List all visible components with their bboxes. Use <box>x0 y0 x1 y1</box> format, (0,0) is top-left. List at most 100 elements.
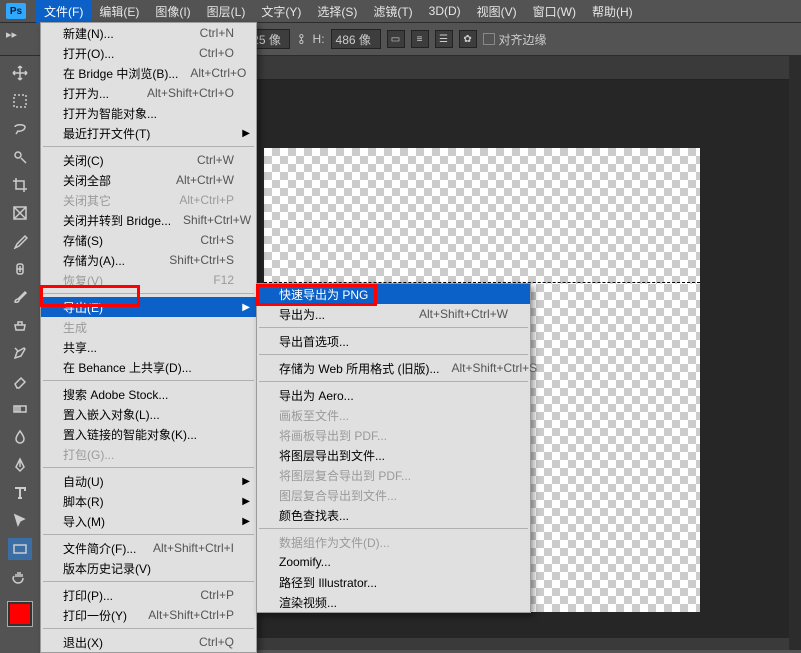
crop-tool[interactable] <box>8 174 32 196</box>
export-menu-item[interactable]: 将图层导出到文件... <box>257 445 530 465</box>
menu-help[interactable]: 帮助(H) <box>584 0 641 23</box>
history-brush-tool[interactable] <box>8 342 32 364</box>
panel-toggle-icon[interactable]: ▸▸ <box>6 28 17 41</box>
file-menu-item[interactable]: 置入嵌入对象(L)... <box>41 404 256 424</box>
foreground-color-swatch[interactable] <box>8 602 32 626</box>
hand-tool[interactable] <box>8 566 32 588</box>
file-menu-item[interactable]: 置入链接的智能对象(K)... <box>41 424 256 444</box>
export-menu-item-label: 将画板导出到 PDF... <box>279 427 508 444</box>
healing-tool[interactable] <box>8 258 32 280</box>
marquee-tool[interactable] <box>8 90 32 112</box>
file-menu-item-label: 退出(X) <box>63 634 187 651</box>
gear-icon[interactable]: ✿ <box>459 30 477 48</box>
type-tool[interactable] <box>8 482 32 504</box>
export-menu-item[interactable]: 导出为...Alt+Shift+Ctrl+W <box>257 304 530 324</box>
export-menu-item-label: 画板至文件... <box>279 407 508 424</box>
file-menu-item[interactable]: 文件简介(F)... Alt+Shift+Ctrl+I <box>41 538 256 558</box>
file-menu-item-shortcut: Shift+Ctrl+S <box>169 253 234 267</box>
eraser-tool[interactable] <box>8 370 32 392</box>
file-menu-item[interactable]: 关闭(C)Ctrl+W <box>41 150 256 170</box>
file-menu-item-shortcut: Ctrl+W <box>197 153 234 167</box>
eyedropper-tool[interactable] <box>8 230 32 252</box>
export-menu-item[interactable]: 快速导出为 PNG <box>257 284 530 304</box>
export-menu-item-label: 将图层复合导出到 PDF... <box>279 467 508 484</box>
file-menu-item[interactable]: 打开(O)...Ctrl+O <box>41 43 256 63</box>
submenu-arrow-icon: ▶ <box>242 476 250 487</box>
shape-combine-icon[interactable]: ▭ <box>387 30 405 48</box>
export-menu-item[interactable]: 颜色查找表... <box>257 505 530 525</box>
file-menu-item[interactable]: 脚本(R) ▶ <box>41 491 256 511</box>
brush-tool[interactable] <box>8 286 32 308</box>
file-menu-item-label: 最近打开文件(T) <box>63 125 234 142</box>
export-menu-item[interactable]: 渲染视频... <box>257 592 530 612</box>
export-menu-item[interactable]: 路径到 Illustrator... <box>257 572 530 592</box>
quick-select-tool[interactable] <box>8 146 32 168</box>
file-menu-item-shortcut: Ctrl+N <box>200 26 234 40</box>
link-wh-icon[interactable]: ⚯ <box>295 34 309 44</box>
file-menu-item-label: 置入链接的智能对象(K)... <box>63 426 234 443</box>
clone-tool[interactable] <box>8 314 32 336</box>
export-menu-item[interactable]: 导出首选项... <box>257 331 530 351</box>
file-menu-item[interactable]: 最近打开文件(T) ▶ <box>41 123 256 143</box>
shape-tool[interactable] <box>8 538 32 560</box>
file-menu-item[interactable]: 版本历史记录(V) <box>41 558 256 578</box>
export-menu-item-label: 导出首选项... <box>279 333 508 350</box>
export-menu-item[interactable]: 存储为 Web 所用格式 (旧版)...Alt+Shift+Ctrl+S <box>257 358 530 378</box>
menu-layer[interactable]: 图层(L) <box>199 0 254 23</box>
right-panel-collapsed[interactable] <box>789 56 801 650</box>
menu-type[interactable]: 文字(Y) <box>253 0 309 23</box>
blur-tool[interactable] <box>8 426 32 448</box>
file-menu-item[interactable]: 搜索 Adobe Stock... <box>41 384 256 404</box>
file-menu-item[interactable]: 在 Behance 上共享(D)... <box>41 357 256 377</box>
file-menu-item: 恢复(V)F12 <box>41 270 256 290</box>
file-menu-item[interactable]: 打开为智能对象... <box>41 103 256 123</box>
submenu-arrow-icon: ▶ <box>242 302 250 313</box>
gradient-tool[interactable] <box>8 398 32 420</box>
menu-window[interactable]: 窗口(W) <box>525 0 584 23</box>
file-menu-item[interactable]: 打印一份(Y)Alt+Shift+Ctrl+P <box>41 605 256 625</box>
file-menu-item-shortcut: Alt+Shift+Ctrl+I <box>153 541 234 555</box>
file-menu-item[interactable]: 共享... <box>41 337 256 357</box>
file-menu-item-label: 恢复(V) <box>63 272 201 289</box>
height-input[interactable]: 486 像 <box>331 29 381 49</box>
file-menu-separator <box>43 628 254 629</box>
file-menu-item-label: 搜索 Adobe Stock... <box>63 386 234 403</box>
file-menu-item[interactable]: 关闭并转到 Bridge...Shift+Ctrl+W <box>41 210 256 230</box>
align-edges-checkbox[interactable] <box>483 33 495 45</box>
export-menu-item[interactable]: 导出为 Aero... <box>257 385 530 405</box>
file-menu-item-label: 脚本(R) <box>63 493 234 510</box>
submenu-arrow-icon: ▶ <box>242 496 250 507</box>
file-menu-item[interactable]: 退出(X)Ctrl+Q <box>41 632 256 652</box>
align-edges-label: 对齐边缘 <box>499 31 547 48</box>
menu-filter[interactable]: 滤镜(T) <box>365 0 420 23</box>
file-menu-item[interactable]: 存储(S)Ctrl+S <box>41 230 256 250</box>
menu-edit[interactable]: 编辑(E) <box>91 0 147 23</box>
pen-tool[interactable] <box>8 454 32 476</box>
align-icon[interactable]: ≡ <box>411 30 429 48</box>
file-menu-item-label: 文件简介(F)... <box>63 540 141 557</box>
menu-file[interactable]: 文件(F) <box>36 0 91 23</box>
menu-select[interactable]: 选择(S) <box>309 0 365 23</box>
lasso-tool[interactable] <box>8 118 32 140</box>
arrange-icon[interactable]: ☰ <box>435 30 453 48</box>
submenu-arrow-icon: ▶ <box>242 128 250 139</box>
file-menu-item[interactable]: 打开为...Alt+Shift+Ctrl+O <box>41 83 256 103</box>
file-menu-item[interactable]: 新建(N)...Ctrl+N <box>41 23 256 43</box>
export-menu-item[interactable]: Zoomify... <box>257 552 530 572</box>
menu-view[interactable]: 视图(V) <box>469 0 525 23</box>
menu-3d[interactable]: 3D(D) <box>421 1 469 21</box>
frame-tool[interactable] <box>8 202 32 224</box>
file-menu-item[interactable]: 导入(M)▶ <box>41 511 256 531</box>
path-select-tool[interactable] <box>8 510 32 532</box>
file-menu-item[interactable]: 打印(P)...Ctrl+P <box>41 585 256 605</box>
file-menu-item[interactable]: 在 Bridge 中浏览(B)...Alt+Ctrl+O <box>41 63 256 83</box>
file-menu-item[interactable]: 自动(U)▶ <box>41 471 256 491</box>
move-tool[interactable] <box>8 62 32 84</box>
file-menu-item-label: 共享... <box>63 339 234 356</box>
file-menu-item[interactable]: 导出(E)▶ <box>41 297 256 317</box>
file-menu-item-shortcut: Alt+Shift+Ctrl+P <box>148 608 234 622</box>
export-menu-item-label: Zoomify... <box>279 555 508 569</box>
menu-image[interactable]: 图像(I) <box>147 0 198 23</box>
file-menu-item[interactable]: 关闭全部Alt+Ctrl+W <box>41 170 256 190</box>
file-menu-item[interactable]: 存储为(A)...Shift+Ctrl+S <box>41 250 256 270</box>
